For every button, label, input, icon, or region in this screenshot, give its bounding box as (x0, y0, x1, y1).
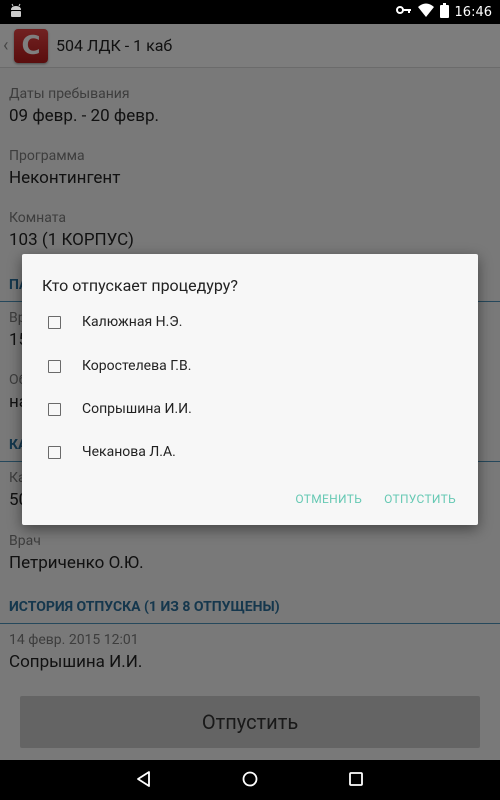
navigation-bar (0, 760, 500, 800)
android-icon (8, 3, 24, 23)
checkbox[interactable] (48, 359, 61, 373)
release-dialog: Кто отпускает процедуру? Калюжная Н.Э. К… (22, 254, 478, 525)
cancel-button[interactable]: ОТМЕНИТЬ (295, 492, 362, 506)
checkbox[interactable] (48, 315, 61, 329)
back-icon[interactable] (135, 770, 153, 792)
recents-icon[interactable] (347, 770, 365, 792)
option-label: Коростелева Г.В. (82, 358, 192, 374)
dialog-title: Кто отпускает процедуру? (42, 276, 238, 295)
checkbox[interactable] (48, 445, 61, 459)
wifi-icon (417, 3, 434, 21)
checkbox[interactable] (48, 402, 61, 416)
dialog-option[interactable]: Чеканова Л.А. (48, 440, 176, 464)
status-bar: 16:46 (0, 0, 500, 24)
key-icon (395, 4, 412, 20)
clock: 16:46 (454, 4, 492, 20)
confirm-release-button[interactable]: ОТПУСТИТЬ (384, 492, 456, 506)
option-label: Чеканова Л.А. (82, 444, 176, 460)
dialog-option[interactable]: Коростелева Г.В. (48, 354, 191, 378)
dialog-option[interactable]: Калюжная Н.Э. (48, 310, 182, 334)
battery-icon (439, 2, 449, 22)
option-label: Сопрышина И.И. (82, 401, 192, 417)
home-icon[interactable] (241, 770, 259, 792)
dialog-option[interactable]: Сопрышина И.И. (48, 397, 192, 421)
dialog-actions: ОТМЕНИТЬ ОТПУСТИТЬ (295, 492, 456, 506)
option-label: Калюжная Н.Э. (82, 314, 183, 330)
